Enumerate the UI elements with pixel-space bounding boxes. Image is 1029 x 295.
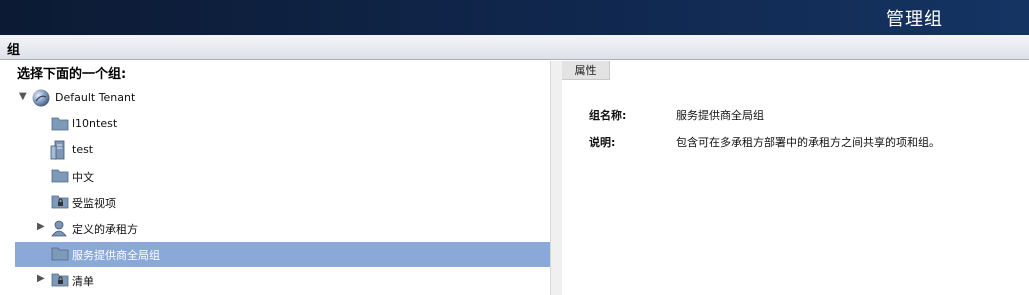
tree-item-label: test [72,143,94,156]
top-banner: 管理组 [0,0,1029,35]
tree-item-sp-global-group[interactable]: 服务提供商全局组 [15,242,551,267]
tree-item-label: l10ntest [72,117,118,130]
description-value: 包含可在多承租方部署中的承租方之间共享的项和组。 [676,136,940,149]
folder-icon [51,246,69,265]
section-label: 组 [7,43,21,58]
section-header: 组 [0,35,1029,60]
folder-icon [51,116,69,135]
page-title: 管理组 [886,9,943,30]
group-name-label: 组名称: [589,109,627,122]
tree-item-label: Default Tenant [55,91,136,104]
description-label: 说明: [589,136,616,149]
pane-splitter[interactable] [550,61,562,295]
tree-item-chinese[interactable]: 中文 [15,164,551,189]
tree-prompt: 选择下面的一个组: [17,67,127,82]
folder-icon [51,168,69,187]
tree-item-label: 定义的承租方 [72,223,138,236]
tree-item-label: 受监视项 [72,197,116,210]
tree-item-inventory[interactable]: ▶ 清单 [15,268,551,293]
tree-item-label: 服务提供商全局组 [72,249,160,262]
properties-pane [562,61,1029,295]
group-name-value: 服务提供商全局组 [676,109,764,122]
expand-icon[interactable]: ▶ [37,274,47,284]
expand-icon[interactable]: ▶ [37,222,47,232]
locked-folder-icon [51,194,69,213]
user-icon [50,219,68,241]
tree-item-default-tenant[interactable]: ▼ Default Tenant [15,86,551,111]
tab-properties[interactable]: 属性 [562,61,610,80]
tree-item-monitored-items[interactable]: 受监视项 [15,190,551,215]
globe-icon [32,89,50,111]
tree-item-test[interactable]: test [15,138,551,163]
group-tree-pane: 选择下面的一个组: ▼ Default Tenant l10ntest test… [0,61,551,295]
tree-item-defined-tenants[interactable]: ▶ 定义的承租方 [15,216,551,241]
tree-item-label: 清单 [72,275,94,288]
collapse-icon[interactable]: ▼ [19,92,29,102]
server-icon [50,140,68,164]
locked-folder-icon [51,272,69,291]
tree-item-label: 中文 [72,171,94,184]
tree-item-l10ntest[interactable]: l10ntest [15,112,551,137]
